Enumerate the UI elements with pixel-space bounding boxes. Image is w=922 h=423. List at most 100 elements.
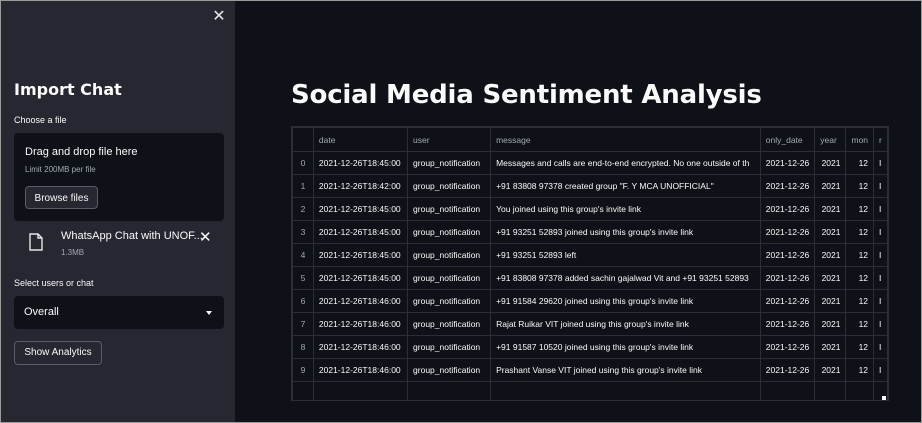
row-index[interactable]: 7 — [292, 312, 314, 336]
column-header[interactable] — [292, 127, 314, 152]
row-index[interactable]: 1 — [292, 174, 314, 198]
row-index[interactable]: 6 — [292, 289, 314, 313]
table-cell[interactable]: Rajat Ruikar VIT joined using this group… — [490, 312, 761, 336]
column-header[interactable]: date — [312, 127, 409, 152]
table-cell[interactable]: 2021-12-26T18:45:00 — [312, 243, 409, 267]
table-cell[interactable]: group_notification — [407, 151, 492, 175]
table-cell[interactable]: I — [873, 151, 888, 175]
table-cell[interactable]: 12 — [845, 174, 875, 198]
row-index[interactable]: 5 — [292, 266, 314, 290]
table-cell[interactable]: 2021-12-26 — [759, 312, 816, 336]
close-sidebar-icon[interactable]: ✕ — [209, 7, 229, 27]
table-cell[interactable]: 12 — [845, 335, 875, 359]
table-cell[interactable]: 2021-12-26T18:45:00 — [312, 151, 409, 175]
table-cell[interactable]: 2021-12-26 — [759, 220, 816, 244]
table-cell[interactable]: 2021 — [814, 243, 847, 267]
table-cell[interactable]: +91 91587 10520 joined using this group'… — [490, 335, 761, 359]
table-cell[interactable]: group_notification — [407, 197, 492, 221]
remove-file-icon[interactable]: ✕ — [199, 228, 212, 246]
table-cell[interactable]: I — [873, 243, 888, 267]
row-index[interactable]: 0 — [292, 151, 314, 175]
table-cell[interactable]: 2021-12-26T18:45:00 — [312, 266, 409, 290]
table-cell[interactable]: 2021-12-26 — [759, 174, 816, 198]
row-index[interactable]: 2 — [292, 197, 314, 221]
table-cell[interactable]: I — [873, 220, 888, 244]
table-cell[interactable]: 2021-12-26 — [759, 243, 816, 267]
column-header[interactable]: mon — [845, 127, 875, 152]
table-cell[interactable]: group_notification — [407, 243, 492, 267]
row-index[interactable]: 9 — [292, 358, 314, 382]
table-cell[interactable]: 2021 — [814, 312, 847, 336]
table-cell[interactable]: 12 — [845, 197, 875, 221]
table-cell[interactable]: 12 — [845, 312, 875, 336]
table-cell[interactable]: 2021 — [814, 220, 847, 244]
user-select[interactable]: Overall — [14, 296, 224, 329]
column-header[interactable]: r — [873, 127, 888, 152]
table-cell[interactable]: You joined using this group's invite lin… — [490, 197, 761, 221]
table-cell[interactable]: group_notification — [407, 335, 492, 359]
table-cell[interactable]: 2021 — [814, 174, 847, 198]
table-cell[interactable]: 2021-12-26T18:45:00 — [312, 197, 409, 221]
table-cell[interactable]: I — [873, 174, 888, 198]
select-value: Overall — [24, 306, 59, 318]
table-cell[interactable]: I — [873, 335, 888, 359]
table-cell[interactable]: 2021 — [814, 266, 847, 290]
table-cell[interactable]: 2021-12-26T18:42:00 — [312, 174, 409, 198]
table-row: 8 2021-12-26T18:46:00 group_notification +9… — [292, 335, 888, 359]
table-cell[interactable]: 2021-12-26 — [759, 358, 816, 382]
table-cell[interactable]: +91 93251 52893 left — [490, 243, 761, 267]
table-cell[interactable]: 12 — [845, 289, 875, 313]
table-cell[interactable]: 2021 — [814, 335, 847, 359]
table-cell[interactable]: 2021-12-26T18:46:00 — [312, 358, 409, 382]
table-cell[interactable]: 2021-12-26 — [759, 266, 816, 290]
table-cell[interactable]: 2021-12-26T18:46:00 — [312, 312, 409, 336]
resize-handle[interactable] — [882, 396, 886, 400]
table-cell[interactable]: 12 — [845, 220, 875, 244]
table-cell[interactable]: 12 — [845, 151, 875, 175]
table-cell[interactable]: group_notification — [407, 358, 492, 382]
browse-files-button[interactable]: Browse files — [25, 186, 98, 209]
table-cell[interactable]: 12 — [845, 358, 875, 382]
table-cell[interactable]: 2021-12-26T18:46:00 — [312, 289, 409, 313]
table-cell — [845, 381, 875, 400]
table-cell[interactable]: 12 — [845, 266, 875, 290]
table-cell[interactable]: 2021-12-26T18:46:00 — [312, 335, 409, 359]
row-index[interactable]: 8 — [292, 335, 314, 359]
table-cell[interactable]: Messages and calls are end-to-end encryp… — [490, 151, 761, 175]
file-dropzone[interactable]: Drag and drop file here Limit 200MB per … — [14, 133, 224, 221]
table-cell[interactable]: I — [873, 358, 888, 382]
row-index[interactable]: 4 — [292, 243, 314, 267]
table-cell[interactable]: group_notification — [407, 289, 492, 313]
table-cell[interactable]: group_notification — [407, 312, 492, 336]
table-cell[interactable]: +91 83808 97378 added sachin gajalwad Vi… — [490, 266, 761, 290]
table-cell[interactable]: I — [873, 266, 888, 290]
table-cell[interactable]: 12 — [845, 243, 875, 267]
dataframe[interactable]: date user message only_date year mon r 0… — [291, 126, 889, 401]
table-cell[interactable]: I — [873, 312, 888, 336]
table-row: 3 2021-12-26T18:45:00 group_notification +9… — [292, 220, 888, 244]
table-cell[interactable]: group_notification — [407, 266, 492, 290]
table-cell[interactable]: I — [873, 289, 888, 313]
table-cell[interactable]: group_notification — [407, 174, 492, 198]
table-cell[interactable]: 2021 — [814, 289, 847, 313]
table-cell[interactable]: 2021 — [814, 197, 847, 221]
show-analytics-button[interactable]: Show Analytics — [14, 341, 102, 365]
table-cell[interactable]: 2021 — [814, 151, 847, 175]
table-cell[interactable]: 2021-12-26 — [759, 151, 816, 175]
table-cell[interactable]: +91 91584 29620 joined using this group'… — [490, 289, 761, 313]
table-cell[interactable]: 2021-12-26 — [759, 197, 816, 221]
table-cell[interactable]: 2021 — [814, 358, 847, 382]
table-cell[interactable]: +91 93251 52893 joined using this group'… — [490, 220, 761, 244]
row-index[interactable]: 3 — [292, 220, 314, 244]
table-cell[interactable]: group_notification — [407, 220, 492, 244]
table-cell[interactable]: 2021-12-26T18:45:00 — [312, 220, 409, 244]
table-cell[interactable]: +91 83808 97378 created group "F. Y MCA … — [490, 174, 761, 198]
column-header[interactable]: year — [814, 127, 847, 152]
table-cell[interactable]: Prashant Vanse VIT joined using this gro… — [490, 358, 761, 382]
column-header[interactable]: only_date — [759, 127, 816, 152]
table-cell[interactable]: 2021-12-26 — [759, 335, 816, 359]
table-cell[interactable]: I — [873, 197, 888, 221]
column-header[interactable]: message — [490, 127, 761, 152]
column-header[interactable]: user — [407, 127, 492, 152]
table-cell[interactable]: 2021-12-26 — [759, 289, 816, 313]
